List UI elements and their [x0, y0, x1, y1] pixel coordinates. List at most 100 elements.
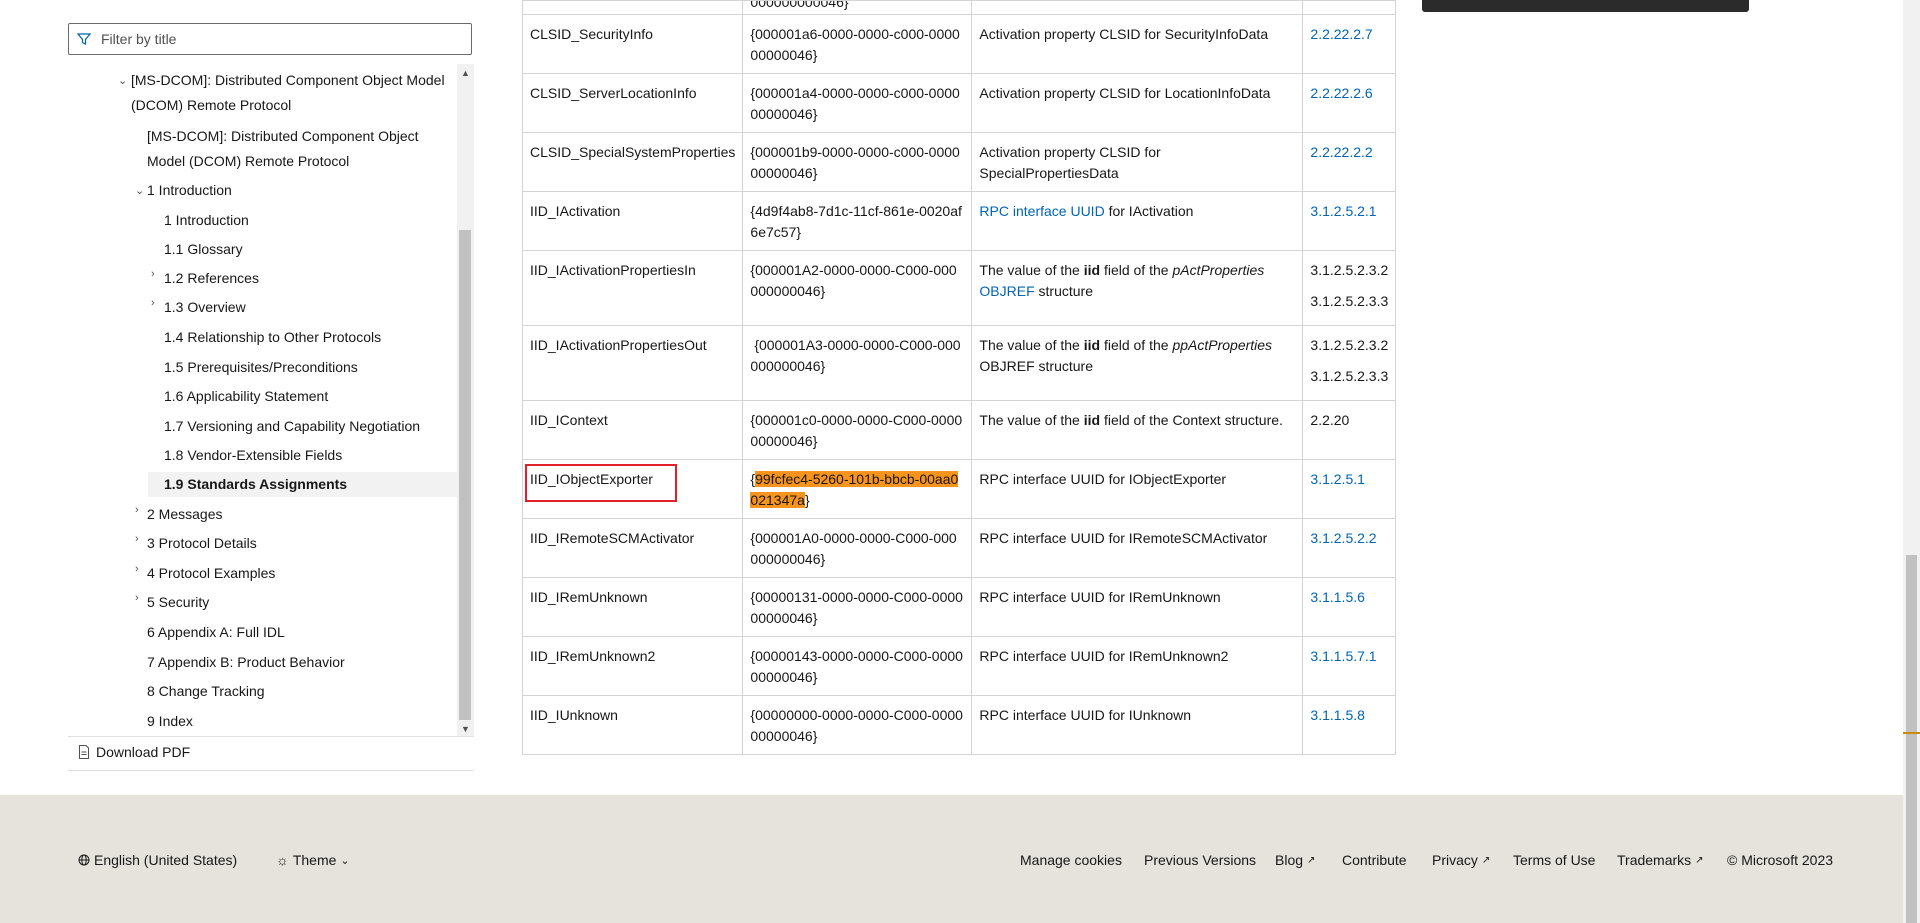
download-pdf-link[interactable]: Download PDF: [78, 744, 190, 760]
toc-item-versioning[interactable]: 1.7 Versioning and Capability Negotiatio…: [164, 414, 420, 439]
toc-item-ms-dcom[interactable]: [MS-DCOM]: Distributed Component Object …: [131, 68, 447, 118]
cell-text: structure: [1034, 283, 1094, 299]
ref-link[interactable]: 3.1.1.5.7.1: [1310, 648, 1376, 664]
previous-versions-link[interactable]: Previous Versions: [1144, 852, 1256, 868]
table-cell-value: {00000143-0000-0000-C000-000000000046}: [742, 636, 973, 696]
globe-icon: [78, 854, 90, 866]
copyright: © Microsoft 2023: [1727, 852, 1833, 868]
chevron-right-icon[interactable]: ›: [135, 592, 139, 604]
contribute-link[interactable]: Contribute: [1342, 852, 1407, 868]
table-row: IID_IActivationPropertiesIn {000001A2-00…: [521, 250, 1397, 326]
toc-item-messages[interactable]: 2 Messages: [147, 502, 222, 527]
filter-input[interactable]: [99, 30, 463, 48]
toc-item-change-tracking[interactable]: 8 Change Tracking: [147, 679, 265, 704]
table-cell-name: IID_IActivationPropertiesOut: [521, 325, 744, 401]
standards-table-wrapper: 000000000046} CLSID_SecurityInfo {000001…: [521, 0, 1397, 755]
toc-item-appendix-a[interactable]: 6 Appendix A: Full IDL: [147, 620, 285, 645]
footer-link-label: Contribute: [1342, 852, 1407, 868]
toc-item-glossary[interactable]: 1.1 Glossary: [164, 237, 243, 262]
toc-item-protocol-examples[interactable]: 4 Protocol Examples: [147, 561, 275, 586]
table-cell-ref: 2.2.22.2.6: [1302, 73, 1397, 133]
toc-item-applicability[interactable]: 1.6 Applicability Statement: [164, 384, 328, 409]
ref-link[interactable]: 3.1.2.5.2.1: [1310, 203, 1376, 219]
table-cell-name: IID_IUnknown: [521, 695, 744, 755]
cell-bold: iid: [1083, 337, 1101, 353]
scroll-down-icon[interactable]: ▼: [461, 724, 470, 734]
table-cell-desc: Activation property CLSID for LocationIn…: [971, 73, 1304, 133]
cell-text: The value of the: [979, 262, 1084, 278]
scroll-up-icon[interactable]: ▲: [461, 68, 470, 78]
table-cell-value: {000001b9-0000-0000-c000-000000000046}: [742, 132, 973, 192]
rpc-interface-uuid-link[interactable]: RPC interface UUID: [979, 203, 1104, 219]
toc-item-index[interactable]: 9 Index: [147, 709, 193, 734]
trademarks-link[interactable]: Trademarks ↗: [1617, 852, 1704, 868]
ref-text: 3.1.2.5.2.3.3: [1310, 293, 1389, 309]
table-cell-value: {000001a4-0000-0000-c000-000000000046}: [742, 73, 973, 133]
chevron-right-icon[interactable]: ›: [135, 563, 139, 575]
pdf-icon: [79, 745, 89, 759]
toc-item-standards-assignments[interactable]: 1.9 Standards Assignments: [148, 472, 458, 497]
toc-scrollbar[interactable]: ▲ ▼: [457, 64, 474, 736]
table-cell-value: {000001a6-0000-0000-c000-000000000046}: [742, 14, 973, 74]
chevron-right-icon[interactable]: ›: [135, 504, 139, 516]
ref-text: 3.1.2.5.2.3.2: [1310, 262, 1389, 278]
toc-item-vendor-extensible[interactable]: 1.8 Vendor-Extensible Fields: [164, 443, 342, 468]
toc-item-appendix-b[interactable]: 7 Appendix B: Product Behavior: [147, 650, 345, 675]
ref-link[interactable]: 2.2.22.2.2: [1310, 144, 1372, 160]
table-cell-ref: 3.1.2.5.2.1: [1302, 191, 1397, 251]
sun-icon: ☼: [276, 852, 289, 868]
table-row: IID_IUnknown {00000000-0000-0000-C000-00…: [521, 695, 1397, 755]
toc-item-protocol-details[interactable]: 3 Protocol Details: [147, 531, 257, 556]
chevron-down-icon[interactable]: ⌄: [135, 184, 144, 197]
divider: [68, 770, 474, 771]
table-cell-ref: 3.1.1.5.8: [1302, 695, 1397, 755]
ref-link[interactable]: 2.2.22.2.7: [1310, 26, 1372, 42]
toc-item-introduction-section[interactable]: 1 Introduction: [147, 178, 232, 203]
chevron-right-icon[interactable]: ›: [151, 297, 155, 309]
table-cell-desc: RPC interface UUID for IObjectExporter: [971, 459, 1304, 519]
cell-text: The value of the: [979, 337, 1084, 353]
objref-link[interactable]: OBJREF: [979, 283, 1034, 299]
chevron-right-icon[interactable]: ›: [135, 533, 139, 545]
ref-link[interactable]: 3.1.1.5.6: [1310, 589, 1365, 605]
table-cell-value: {99fcfec4-5260-101b-bbcb-00aa0021347a}: [742, 459, 973, 519]
copyright-text: © Microsoft 2023: [1727, 852, 1834, 868]
theme-button[interactable]: ☼ Theme ⌄: [276, 852, 350, 868]
table-cell-value: 000000000046}: [742, 0, 973, 15]
ref-link[interactable]: 3.1.2.5.1: [1310, 471, 1365, 487]
chevron-right-icon[interactable]: ›: [151, 268, 155, 280]
toc-item-security[interactable]: 5 Security: [147, 590, 209, 615]
toc-item-references[interactable]: 1.2 References: [164, 266, 259, 291]
table-cell-name: IID_IRemoteSCMActivator: [521, 518, 744, 578]
footer: English (United States) ☼ Theme ⌄ Manage…: [0, 795, 1903, 923]
manage-cookies-button[interactable]: Manage cookies: [1020, 852, 1122, 868]
standards-table: 000000000046} CLSID_SecurityInfo {000001…: [521, 0, 1397, 755]
blog-link[interactable]: Blog ↗: [1275, 852, 1315, 868]
footer-link-label: Manage cookies: [1020, 852, 1122, 868]
toc-item-ms-dcom-overview[interactable]: [MS-DCOM]: Distributed Component Object …: [147, 124, 447, 174]
toc-item-overview[interactable]: 1.3 Overview: [164, 295, 246, 320]
toc-item-relationship[interactable]: 1.4 Relationship to Other Protocols: [164, 325, 381, 350]
table-cell-value: {000001c0-0000-0000-C000-000000000046}: [742, 400, 973, 460]
ref-link[interactable]: 3.1.2.5.2.2: [1310, 530, 1376, 546]
table-cell-ref: 2.2.20: [1302, 400, 1397, 460]
table-row: IID_IContext {000001c0-0000-0000-C000-00…: [521, 400, 1397, 460]
external-link-icon: ↗: [1481, 854, 1491, 866]
filter-icon: [69, 32, 99, 46]
toc-item-introduction[interactable]: 1 Introduction: [164, 208, 249, 233]
highlighted-uuid: 99fcfec4-5260-101b-bbcb-00aa0021347a: [750, 471, 959, 508]
page-scroll-thumb[interactable]: [1906, 555, 1917, 923]
terms-of-use-link[interactable]: Terms of Use: [1513, 852, 1595, 868]
chevron-down-icon[interactable]: ⌄: [118, 74, 127, 87]
privacy-link[interactable]: Privacy ↗: [1432, 852, 1490, 868]
table-cell-value: {000001A0-0000-0000-C000-000000000046}: [742, 518, 973, 578]
cell-text: }: [804, 492, 810, 508]
filter-box[interactable]: [68, 23, 472, 55]
external-link-icon: ↗: [1695, 854, 1704, 866]
page-scrollbar[interactable]: [1903, 0, 1920, 923]
language-selector[interactable]: English (United States): [78, 852, 237, 868]
toc-scroll-thumb[interactable]: [459, 230, 471, 720]
ref-link[interactable]: 2.2.22.2.6: [1310, 85, 1372, 101]
toc-item-prerequisites[interactable]: 1.5 Prerequisites/Preconditions: [164, 355, 358, 380]
ref-link[interactable]: 3.1.1.5.8: [1310, 707, 1365, 723]
